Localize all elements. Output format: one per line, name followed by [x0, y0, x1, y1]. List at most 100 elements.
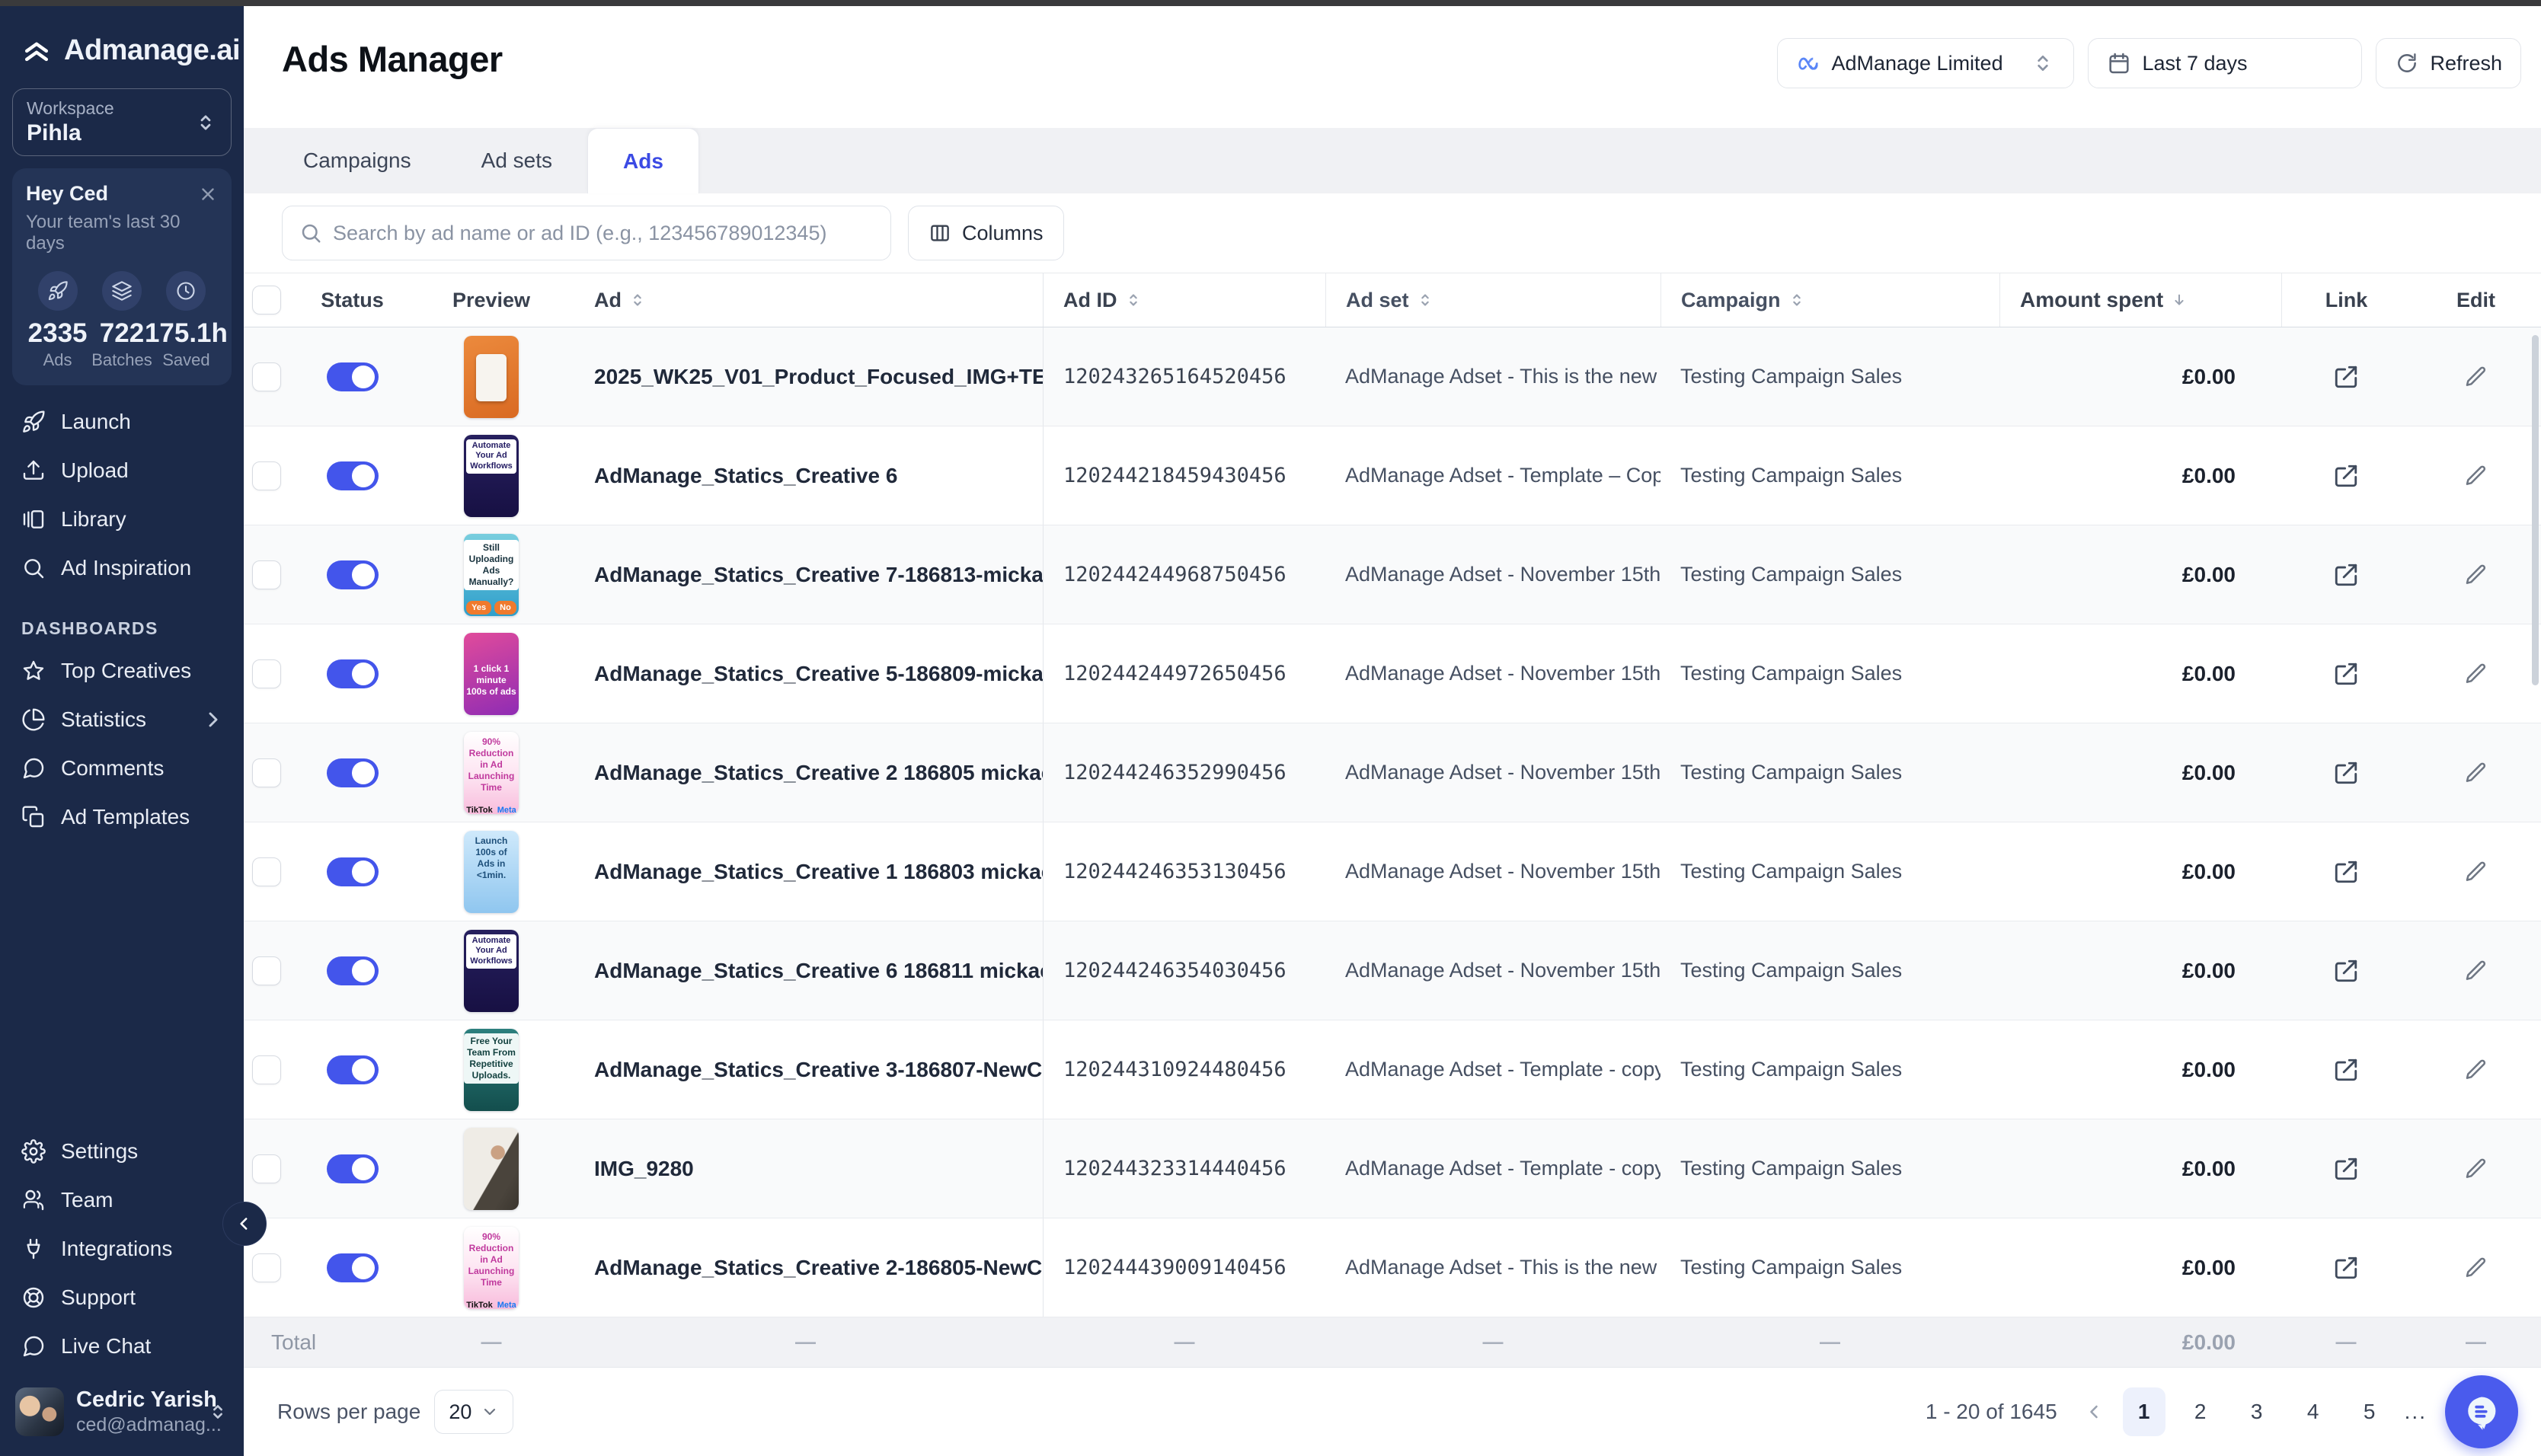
status-toggle[interactable] [327, 758, 379, 787]
app-logo[interactable]: Admanage.ai [0, 0, 244, 67]
tab-ads[interactable]: Ads [587, 128, 699, 193]
row-checkbox[interactable] [252, 758, 281, 787]
sidebar-collapse-button[interactable] [222, 1202, 267, 1246]
external-link-icon[interactable] [2333, 661, 2359, 687]
ad-name[interactable]: AdManage_Statics_Creative 3-186807-NewCr… [594, 1058, 1044, 1082]
status-toggle[interactable] [327, 1253, 379, 1282]
column-header-ad-id[interactable]: Ad ID [1044, 289, 1325, 312]
page-button-1[interactable]: 1 [2123, 1387, 2165, 1436]
sidebar-item-comments[interactable]: Comments [0, 744, 244, 793]
edit-pencil-icon[interactable] [2464, 1058, 2488, 1082]
row-checkbox[interactable] [252, 560, 281, 589]
page-button-5[interactable]: 5 [2348, 1387, 2391, 1436]
external-link-icon[interactable] [2333, 1255, 2359, 1281]
ad-name[interactable]: AdManage_Statics_Creative 6 186811 micka… [594, 959, 1044, 983]
sidebar-item-team[interactable]: Team [0, 1176, 244, 1225]
row-checkbox[interactable] [252, 1253, 281, 1282]
column-header-ad-set[interactable]: Ad set [1325, 273, 1660, 327]
columns-button[interactable]: Columns [908, 206, 1064, 260]
external-link-icon[interactable] [2333, 859, 2359, 885]
ad-name[interactable]: AdManage_Statics_Creative 6 [594, 464, 897, 488]
tab-ad-sets[interactable]: Ad sets [446, 128, 587, 193]
workspace-selector[interactable]: Workspace Pihla [12, 88, 232, 156]
status-toggle[interactable] [327, 560, 379, 589]
rows-per-page-select[interactable]: 20 [434, 1390, 513, 1434]
row-checkbox[interactable] [252, 1154, 281, 1183]
column-header-campaign[interactable]: Campaign [1660, 273, 1999, 327]
ad-preview-thumbnail[interactable]: Launch 100s of Ads in <1min. [464, 831, 519, 913]
ad-preview-thumbnail[interactable]: Automate Your Ad Workflows [464, 930, 519, 1012]
row-checkbox[interactable] [252, 1055, 281, 1084]
ad-name[interactable]: AdManage_Statics_Creative 1 186803 micka… [594, 860, 1044, 884]
previous-page-button[interactable] [2079, 1397, 2109, 1427]
ad-name[interactable]: AdManage_Statics_Creative 5-186809-micka… [594, 662, 1044, 686]
date-range-selector[interactable]: Last 7 days [2088, 38, 2362, 88]
ad-preview-thumbnail[interactable]: Automate Your Ad Workflows [464, 435, 519, 517]
ad-preview-thumbnail[interactable] [464, 1128, 519, 1210]
ad-name[interactable]: 2025_WK25_V01_Product_Focused_IMG+TEXT_C [594, 365, 1044, 389]
column-header-ad[interactable]: Ad [567, 273, 1044, 327]
search-input[interactable] [333, 222, 874, 245]
edit-pencil-icon[interactable] [2464, 662, 2488, 686]
sidebar-item-ad-templates[interactable]: Ad Templates [0, 793, 244, 841]
status-toggle[interactable] [327, 956, 379, 985]
edit-pencil-icon[interactable] [2464, 563, 2488, 587]
edit-pencil-icon[interactable] [2464, 365, 2488, 389]
external-link-icon[interactable] [2333, 760, 2359, 786]
row-checkbox[interactable] [252, 659, 281, 688]
ad-account-selector[interactable]: AdManage Limited [1777, 38, 2074, 88]
column-header-amount-spent[interactable]: Amount spent [1999, 273, 2281, 327]
ad-name[interactable]: IMG_9280 [594, 1157, 694, 1181]
edit-pencil-icon[interactable] [2464, 1157, 2488, 1181]
edit-pencil-icon[interactable] [2464, 860, 2488, 884]
refresh-button[interactable]: Refresh [2376, 38, 2521, 88]
edit-pencil-icon[interactable] [2464, 959, 2488, 983]
external-link-icon[interactable] [2333, 1156, 2359, 1182]
external-link-icon[interactable] [2333, 463, 2359, 489]
edit-pencil-icon[interactable] [2464, 464, 2488, 488]
live-chat-widget-button[interactable] [2445, 1375, 2518, 1448]
user-menu[interactable]: Cedric Yarish ced@admanag... [0, 1375, 244, 1456]
sidebar-item-ad-inspiration[interactable]: Ad Inspiration [0, 544, 244, 592]
close-icon[interactable] [198, 184, 218, 204]
ad-preview-thumbnail[interactable]: 90% Reduction in Ad Launching TimeTikTok… [464, 732, 519, 814]
page-button-3[interactable]: 3 [2236, 1387, 2278, 1436]
ad-name[interactable]: AdManage_Statics_Creative 2-186805-NewCr… [594, 1256, 1044, 1280]
external-link-icon[interactable] [2333, 958, 2359, 984]
ad-preview-thumbnail[interactable]: Free Your Team From Repetitive Uploads. [464, 1029, 519, 1111]
external-link-icon[interactable] [2333, 562, 2359, 588]
sidebar-item-statistics[interactable]: Statistics [0, 695, 244, 744]
status-toggle[interactable] [327, 461, 379, 490]
page-button-4[interactable]: 4 [2292, 1387, 2335, 1436]
edit-pencil-icon[interactable] [2464, 761, 2488, 785]
status-toggle[interactable] [327, 659, 379, 688]
status-toggle[interactable] [327, 1154, 379, 1183]
select-all-checkbox[interactable] [252, 286, 281, 315]
row-checkbox[interactable] [252, 857, 281, 886]
row-checkbox[interactable] [252, 461, 281, 490]
page-button-2[interactable]: 2 [2179, 1387, 2222, 1436]
row-checkbox[interactable] [252, 362, 281, 391]
sidebar-item-upload[interactable]: Upload [0, 446, 244, 495]
ad-preview-thumbnail[interactable]: 1 click 1 minute 100s of ads [464, 633, 519, 715]
external-link-icon[interactable] [2333, 364, 2359, 390]
sidebar-item-integrations[interactable]: Integrations [0, 1225, 244, 1273]
external-link-icon[interactable] [2333, 1057, 2359, 1083]
vertical-scrollbar[interactable] [2532, 335, 2539, 685]
ad-name[interactable]: AdManage_Statics_Creative 7-186813-micka… [594, 563, 1044, 587]
status-toggle[interactable] [327, 362, 379, 391]
sidebar-item-support[interactable]: Support [0, 1273, 244, 1322]
sidebar-item-top-creatives[interactable]: Top Creatives [0, 647, 244, 695]
ad-preview-thumbnail[interactable] [464, 336, 519, 418]
ad-name[interactable]: AdManage_Statics_Creative 2 186805 micka… [594, 761, 1044, 785]
row-checkbox[interactable] [252, 956, 281, 985]
sidebar-item-settings[interactable]: Settings [0, 1127, 244, 1176]
status-toggle[interactable] [327, 1055, 379, 1084]
ad-preview-thumbnail[interactable]: Still Uploading Ads Manually?YesNo [464, 534, 519, 616]
sidebar-item-launch[interactable]: Launch [0, 398, 244, 446]
edit-pencil-icon[interactable] [2464, 1256, 2488, 1280]
tab-campaigns[interactable]: Campaigns [268, 128, 446, 193]
sidebar-item-live-chat[interactable]: Live Chat [0, 1322, 244, 1371]
sidebar-item-library[interactable]: Library [0, 495, 244, 544]
status-toggle[interactable] [327, 857, 379, 886]
